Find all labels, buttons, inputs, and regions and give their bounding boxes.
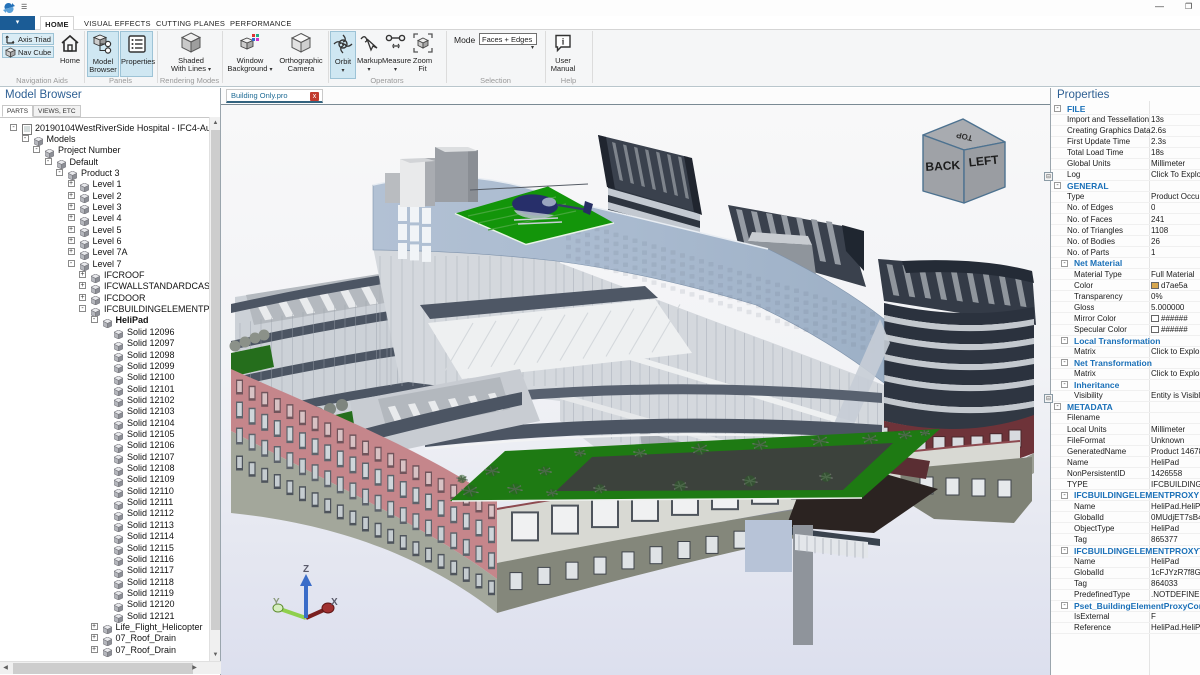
svg-text:BACK: BACK xyxy=(925,158,961,174)
svg-text:X: X xyxy=(331,597,338,608)
svg-text:Y: Y xyxy=(273,597,280,608)
svg-text:Z: Z xyxy=(303,564,309,575)
